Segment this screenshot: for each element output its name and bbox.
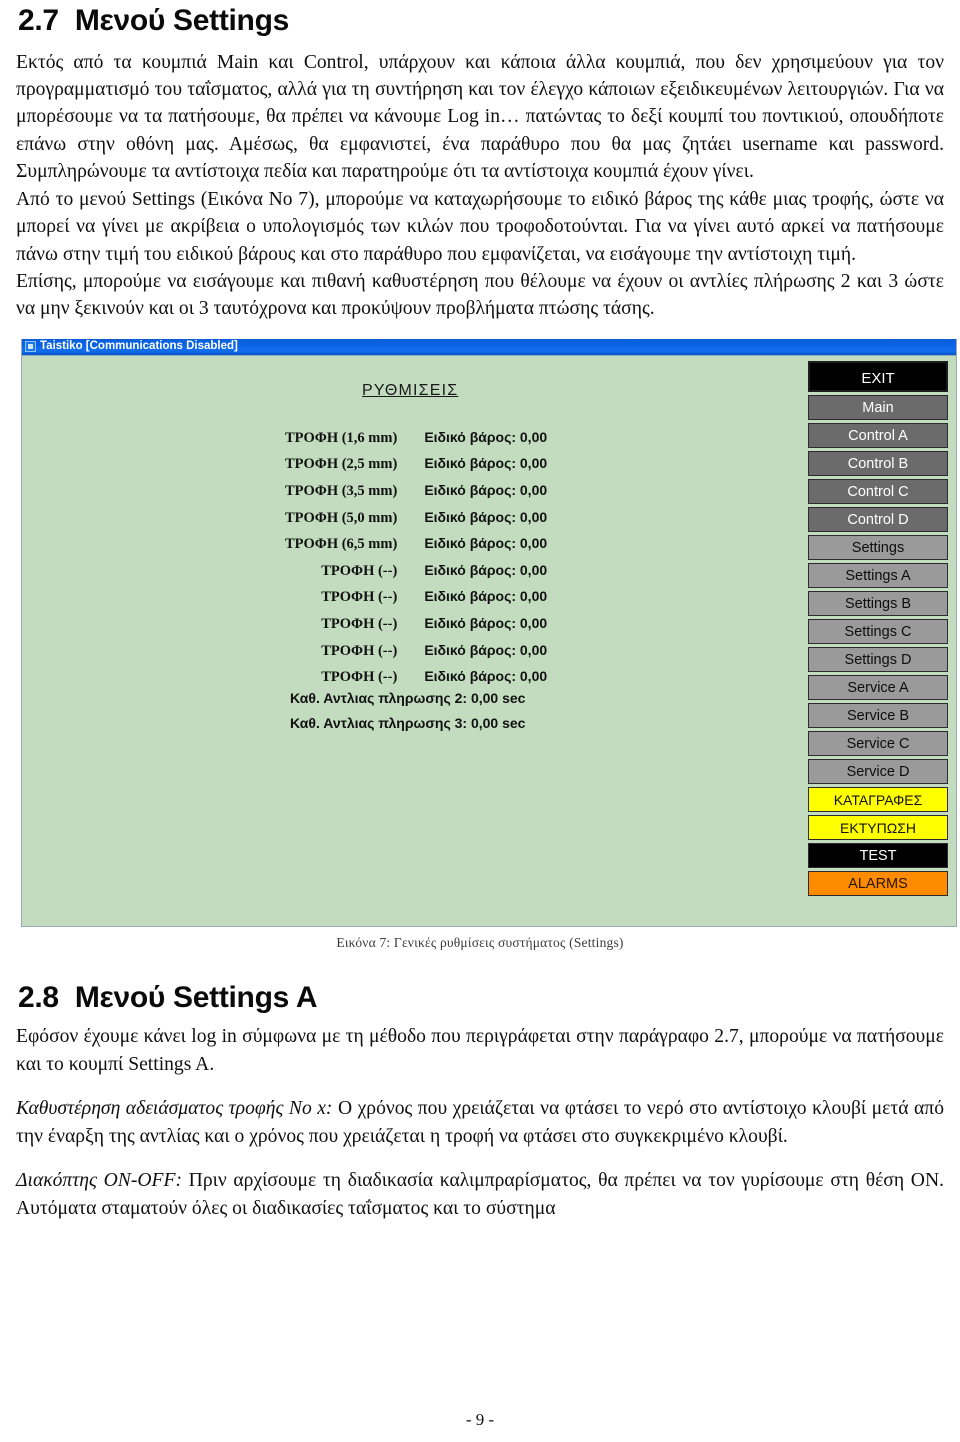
- section-number-28: 2.8: [18, 980, 59, 1014]
- pump-delay-2[interactable]: Καθ. Αντλιας πληρωσης 2: 0,00 sec: [290, 690, 525, 706]
- page-title-28: 2.8 Μενού Settings A: [14, 977, 946, 1015]
- table-row: ΤΡΟΦΗ (6,5 mm) Ειδικό βάρος: 0,00: [285, 535, 547, 562]
- settings-d-button[interactable]: Settings D: [808, 646, 948, 672]
- food-specific-weight-value[interactable]: Ειδικό βάρος: 0,00: [424, 588, 547, 615]
- settings-c-button[interactable]: Settings C: [808, 618, 948, 644]
- pump-delay-block: Καθ. Αντλιας πληρωσης 2: 0,00 sec Καθ. Α…: [290, 690, 525, 740]
- term-definition-2: Διακόπτης ΟΝ-OFF: Πριν αρχίσουμε τη διαδ…: [14, 1167, 946, 1222]
- paragraph-27-2: Από το μενού Settings (Εικόνα No 7), μπο…: [16, 188, 944, 265]
- food-name: ΤΡΟΦΗ (2,5 mm): [285, 456, 398, 473]
- settings-button[interactable]: Settings: [808, 534, 948, 560]
- paragraph-28-1: Εφόσον έχουμε κάνει log in σύμφωνα με τη…: [16, 1026, 944, 1075]
- figure-caption: Εικόνα 7: Γενικές ρυθμίσεις συστήματος (…: [336, 934, 624, 950]
- food-specific-weight-value[interactable]: Ειδικό βάρος: 0,00: [424, 509, 547, 536]
- settings-panel-heading: ΡΥΘΜΙΣΕΙΣ: [362, 381, 459, 399]
- application-window: Taistiko [Communications Disabled] ΡΥΘΜΙ…: [21, 338, 957, 927]
- application-body: ΡΥΘΜΙΣΕΙΣ ΤΡΟΦΗ (1,6 mm) Ειδικό βάρος: 0…: [22, 355, 956, 926]
- control-c-button[interactable]: Control C: [808, 478, 948, 504]
- window-titlebar: Taistiko [Communications Disabled]: [22, 338, 956, 356]
- food-specific-weight-value[interactable]: Ειδικό βάρος: 0,00: [424, 455, 547, 482]
- table-row: ΤΡΟΦΗ (--) Ειδικό βάρος: 0,00: [285, 588, 547, 615]
- alarms-button[interactable]: ALARMS: [808, 870, 948, 896]
- food-name: ΤΡΟΦΗ (--): [321, 615, 398, 632]
- settings-a-button[interactable]: Settings A: [808, 562, 948, 588]
- test-button[interactable]: TEST: [808, 842, 948, 868]
- document-page: 2.7 Μενού Settings Εκτός από τα κουμπιά M…: [0, 0, 960, 1442]
- page-title-27: 2.7 Μενού Settings: [14, 0, 946, 38]
- application-icon: [25, 341, 36, 353]
- food-specific-weight-table: ΤΡΟΦΗ (1,6 mm) Ειδικό βάρος: 0,00 ΤΡΟΦΗ …: [285, 429, 547, 695]
- control-a-button[interactable]: Control A: [808, 422, 948, 448]
- food-name: ΤΡΟΦΗ (--): [321, 642, 398, 659]
- section-title-28: Μενού Settings A: [74, 980, 318, 1014]
- table-row: ΤΡΟΦΗ (2,5 mm) Ειδικό βάρος: 0,00: [285, 455, 547, 482]
- term-label-2: Διακόπτης ΟΝ-OFF:: [16, 1170, 182, 1192]
- table-row: ΤΡΟΦΗ (3,5 mm) Ειδικό βάρος: 0,00: [285, 482, 547, 509]
- paragraph-27-1: Εκτός από τα κουμπιά Main και Control, υ…: [16, 51, 944, 183]
- navigation-button-column: EXIT Main Control A Control B Control C …: [808, 360, 948, 896]
- term-label-1: Καθυστέρηση αδειάσματος τροφής Νο x:: [16, 1098, 333, 1120]
- window-title: Taistiko [Communications Disabled]: [40, 340, 238, 353]
- food-specific-weight-value[interactable]: Ειδικό βάρος: 0,00: [424, 615, 547, 642]
- food-specific-weight-value[interactable]: Ειδικό βάρος: 0,00: [424, 642, 547, 669]
- table-row: ΤΡΟΦΗ (1,6 mm) Ειδικό βάρος: 0,00: [285, 429, 547, 456]
- records-button[interactable]: ΚΑΤΑΓΡΑΦΕΣ: [808, 786, 948, 812]
- control-b-button[interactable]: Control B: [808, 450, 948, 476]
- service-c-button[interactable]: Service C: [808, 730, 948, 756]
- page-number: - 9 -: [465, 1410, 495, 1429]
- print-button[interactable]: ΕΚΤΥΠΩΣΗ: [808, 814, 948, 840]
- food-name: ΤΡΟΦΗ (--): [321, 562, 398, 579]
- main-button[interactable]: Main: [808, 394, 948, 420]
- table-row: ΤΡΟΦΗ (--) Ειδικό βάρος: 0,00: [285, 615, 547, 642]
- table-row: ΤΡΟΦΗ (5,0 mm) Ειδικό βάρος: 0,00: [285, 509, 547, 536]
- food-specific-weight-value[interactable]: Ειδικό βάρος: 0,00: [424, 562, 547, 589]
- food-specific-weight-value[interactable]: Ειδικό βάρος: 0,00: [424, 482, 547, 509]
- food-name: ΤΡΟΦΗ (1,6 mm): [285, 429, 398, 446]
- food-table-body: ΤΡΟΦΗ (1,6 mm) Ειδικό βάρος: 0,00 ΤΡΟΦΗ …: [285, 429, 547, 695]
- food-specific-weight-value[interactable]: Ειδικό βάρος: 0,00: [424, 535, 547, 562]
- food-specific-weight-value[interactable]: Ειδικό βάρος: 0,00: [424, 429, 547, 456]
- food-name: ΤΡΟΦΗ (5,0 mm): [285, 509, 398, 526]
- pump-delay-3[interactable]: Καθ. Αντλιας πληρωσης 3: 0,00 sec: [290, 715, 525, 731]
- exit-button[interactable]: EXIT: [808, 360, 948, 392]
- paragraph-27-3: Επίσης, μπορούμε να εισάγουμε και πιθανή…: [16, 270, 944, 320]
- control-d-button[interactable]: Control D: [808, 506, 948, 532]
- food-name: ΤΡΟΦΗ (6,5 mm): [285, 536, 398, 553]
- service-a-button[interactable]: Service A: [808, 674, 948, 700]
- table-row: ΤΡΟΦΗ (--) Ειδικό βάρος: 0,00: [285, 642, 547, 669]
- term-definition-1: Καθυστέρηση αδειάσματος τροφής Νο x: Ο χ…: [14, 1095, 946, 1150]
- food-name: ΤΡΟΦΗ (3,5 mm): [285, 483, 398, 499]
- food-name: ΤΡΟΦΗ (--): [321, 589, 398, 606]
- table-row: ΤΡΟΦΗ (--) Ειδικό βάρος: 0,00: [285, 562, 547, 589]
- service-b-button[interactable]: Service B: [808, 702, 948, 728]
- settings-b-button[interactable]: Settings B: [808, 590, 948, 616]
- section-number-27: 2.7: [18, 4, 59, 37]
- section-title-27: Μενού Settings: [74, 4, 289, 37]
- service-d-button[interactable]: Service D: [808, 758, 948, 784]
